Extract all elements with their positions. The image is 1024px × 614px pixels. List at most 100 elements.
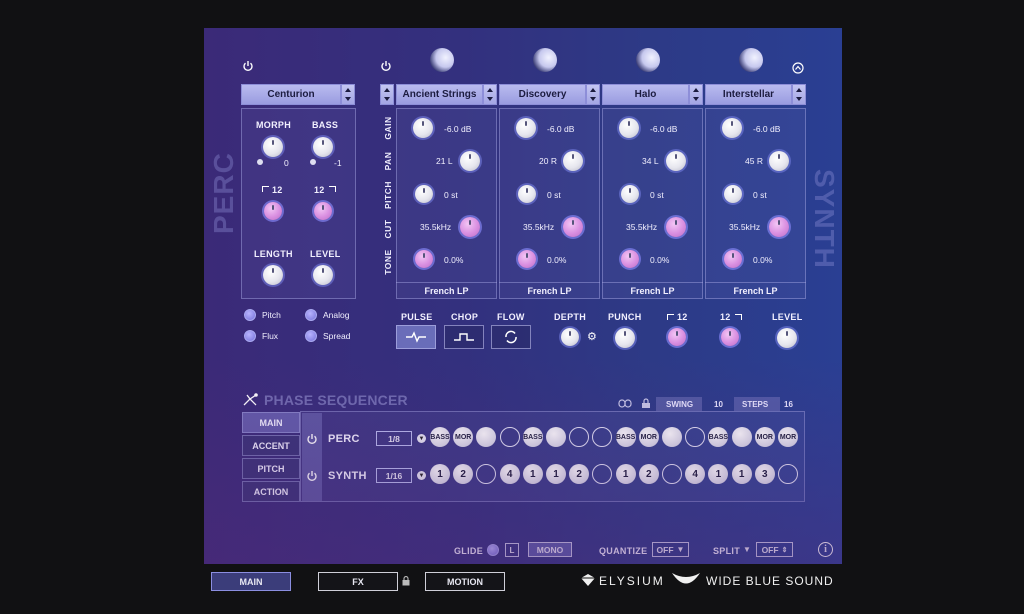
perc-step-5[interactable]: BASS [522,427,543,447]
layer-2-pitch-knob[interactable] [518,185,536,203]
seq-tab-action[interactable]: ACTION [242,481,300,502]
seq-tab-accent[interactable]: ACCENT [242,435,300,456]
perc-lp-knob[interactable] [314,202,332,220]
synth-lp-knob[interactable] [721,328,739,346]
depth-settings-gear-icon[interactable]: ⚙ [587,330,597,343]
nav-tab-fx[interactable]: FX [318,572,398,591]
flow-mode-button[interactable] [491,325,531,349]
quantize-dropdown[interactable]: OFF ▼ [652,542,689,557]
synth-step-10[interactable]: 2 [638,464,659,484]
spread-option-radio[interactable] [305,330,317,342]
perc-step-11[interactable] [662,427,682,447]
layer-1-pitch-knob[interactable] [415,185,433,203]
chop-mode-button[interactable] [444,325,484,349]
layer-1-tone-knob[interactable] [415,250,433,268]
perc-step-4[interactable] [499,427,520,447]
layer-1-filter-type[interactable]: French LP [396,282,497,299]
synth-step-6[interactable]: 1 [546,464,566,484]
nav-tab-motion[interactable]: MOTION [425,572,505,591]
perc-hp-knob[interactable] [264,202,282,220]
layer-3-gain-knob[interactable] [619,118,639,138]
nav-tab-main[interactable]: MAIN [211,572,291,591]
layer-1-selector[interactable]: Ancient Strings [396,84,483,105]
layer-4-spinner[interactable] [792,84,806,105]
split-chevron-down-icon[interactable]: ▼ [743,545,751,554]
perc-step-14[interactable] [731,427,752,447]
perc-preset-selector[interactable]: Centurion [241,84,341,105]
perc-rate-field[interactable]: 1/8 [376,431,412,446]
synth-rate-dropdown-icon[interactable]: ▼ [417,471,426,480]
lock-icon[interactable] [641,398,651,409]
layer-3-tone-knob[interactable] [621,250,639,268]
layer-4-filter-type[interactable]: French LP [705,282,806,299]
pitch-option-radio[interactable] [244,309,256,321]
layer-3-filter-type[interactable]: French LP [602,282,703,299]
synth-step-11[interactable] [662,464,682,484]
layer-4-selector[interactable]: Interstellar [705,84,792,105]
layer-4-tone-knob[interactable] [724,250,742,268]
perc-rate-dropdown-icon[interactable]: ▼ [417,434,426,443]
layer-2-spinner[interactable] [586,84,600,105]
layer-2-selector[interactable]: Discovery [499,84,586,105]
synth-level-knob[interactable] [777,328,797,348]
layer-4-pitch-knob[interactable] [724,185,742,203]
synth-power-icon[interactable] [380,60,392,72]
layer-1-pan-knob[interactable] [460,151,480,171]
analog-option-radio[interactable] [305,309,317,321]
layer-4-gain-knob[interactable] [722,118,742,138]
perc-level-knob[interactable] [313,265,333,285]
layer-3-pitch-knob[interactable] [621,185,639,203]
link-icon[interactable] [618,399,632,408]
length-knob[interactable] [263,265,283,285]
perc-step-15[interactable]: MOR [754,427,775,447]
perc-power-icon[interactable] [242,60,254,72]
layer-1-gain-knob[interactable] [413,118,433,138]
synth-step-14[interactable]: 1 [731,464,752,484]
depth-knob[interactable] [561,328,579,346]
perc-step-10[interactable]: MOR [638,427,659,447]
layer-1-cut-knob[interactable] [460,217,480,237]
synth-step-1[interactable]: 1 [430,464,450,484]
seq-tab-pitch[interactable]: PITCH [242,458,300,479]
morph-knob[interactable] [263,137,283,157]
layer-2-cut-knob[interactable] [563,217,583,237]
perc-preset-spinner[interactable] [341,84,355,105]
synth-rate-field[interactable]: 1/16 [376,468,412,483]
punch-knob[interactable] [615,328,635,348]
synth-step-5[interactable]: 1 [522,464,543,484]
split-dropdown[interactable]: OFF ⇕ [756,542,793,557]
steps-value[interactable]: 16 [784,397,793,411]
synth-step-9[interactable]: 1 [615,464,636,484]
mono-button[interactable]: MONO [528,542,572,557]
layer-2-filter-type[interactable]: French LP [499,282,600,299]
layer-1-spinner[interactable] [483,84,497,105]
seq-tab-main[interactable]: MAIN [242,412,300,433]
layer-3-cut-knob[interactable] [666,217,686,237]
synth-step-4[interactable]: 4 [499,464,520,484]
synth-global-spinner[interactable] [380,84,394,105]
perc-step-16[interactable]: MOR [778,427,798,447]
bass-knob[interactable] [313,137,333,157]
info-icon[interactable]: i [818,542,833,557]
layer-2-pan-knob[interactable] [563,151,583,171]
perc-step-1[interactable]: BASS [430,427,450,447]
layer-4-pan-knob[interactable] [769,151,789,171]
swing-value[interactable]: 10 [714,397,723,411]
glide-legato-button[interactable]: L [505,543,519,557]
layer-2-tone-knob[interactable] [518,250,536,268]
perc-step-9[interactable]: BASS [615,427,636,447]
layer-4-cut-knob[interactable] [769,217,789,237]
layer-2-gain-knob[interactable] [516,118,536,138]
layer-3-pan-knob[interactable] [666,151,686,171]
synth-step-16[interactable] [778,464,798,484]
layer-3-selector[interactable]: Halo [602,84,689,105]
layer-3-spinner[interactable] [689,84,703,105]
flux-option-radio[interactable] [244,330,256,342]
glide-toggle[interactable] [487,544,499,556]
synth-hp-knob[interactable] [668,328,686,346]
perc-filter-left-label: 12 [272,185,283,195]
randomize-icon[interactable] [792,62,804,74]
pulse-mode-button[interactable] [396,325,436,349]
perc-step-6[interactable] [546,427,566,447]
synth-step-15[interactable]: 3 [754,464,775,484]
